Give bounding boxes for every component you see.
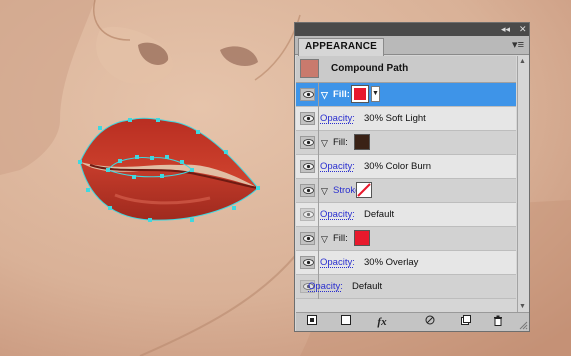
row-separator xyxy=(318,251,319,275)
eye-icon xyxy=(303,139,314,146)
eye-icon xyxy=(303,163,314,170)
fill-label: Fill: xyxy=(333,233,348,244)
reduce-to-basic-icon[interactable] xyxy=(422,315,438,329)
fill-label: Fill: xyxy=(333,89,350,100)
panel-menu-icon[interactable]: ▾≡ xyxy=(512,39,524,51)
disclosure-triangle-icon[interactable]: ▽ xyxy=(321,234,328,244)
appearance-row-fill-3[interactable]: ▽ Fill: xyxy=(296,227,516,251)
tab-appearance[interactable]: APPEARANCE xyxy=(298,38,385,56)
fill-swatch[interactable] xyxy=(354,230,370,246)
clear-appearance-icon[interactable] xyxy=(338,315,354,329)
opacity-value: 30% Color Burn xyxy=(364,161,432,172)
disclosure-triangle-icon[interactable]: ▽ xyxy=(321,186,328,196)
delete-icon[interactable] xyxy=(490,315,506,329)
appearance-row-opacity-2[interactable]: Opacity: 30% Color Burn xyxy=(296,155,516,179)
eye-icon xyxy=(303,115,314,122)
opacity-value: 30% Soft Light xyxy=(364,113,426,124)
double-chevron-left-icon[interactable]: ◂◂ xyxy=(501,23,510,36)
visibility-toggle[interactable] xyxy=(300,160,315,173)
fill-label: Fill: xyxy=(333,137,348,148)
opacity-link[interactable]: Opacity: xyxy=(320,113,355,124)
opacity-value: Default xyxy=(364,209,395,220)
panel-titlebar[interactable]: ◂◂ ✕ xyxy=(295,23,529,36)
eye-icon xyxy=(303,187,314,194)
duplicate-item-icon[interactable] xyxy=(458,315,474,329)
fill-swatch[interactable] xyxy=(354,134,370,150)
eye-icon xyxy=(303,211,314,218)
appearance-row-stroke[interactable]: ▽ Stroke: xyxy=(296,179,516,203)
eye-icon xyxy=(303,259,314,266)
scroll-down-icon[interactable]: ▼ xyxy=(519,303,526,310)
eye-icon xyxy=(303,235,314,242)
appearance-row-fill-1[interactable]: ▽ Fill: ▼ xyxy=(296,83,516,107)
opacity-value: Default xyxy=(352,281,383,292)
visibility-toggle[interactable] xyxy=(300,88,315,101)
row-separator xyxy=(318,179,319,203)
opacity-value: 30% Overlay xyxy=(364,257,419,268)
new-art-basic-appearance-icon[interactable] xyxy=(304,315,320,329)
appearance-row-opacity-root[interactable]: Opacity: Default xyxy=(296,275,516,299)
row-separator xyxy=(318,227,319,251)
artboard-canvas[interactable]: ◂◂ ✕ APPEARANCE ▾≡ Compound Path ▽ Fill:… xyxy=(0,0,571,356)
add-effect-fx-icon[interactable]: fx xyxy=(374,315,390,329)
row-separator xyxy=(318,83,319,107)
appearance-panel: ◂◂ ✕ APPEARANCE ▾≡ Compound Path ▽ Fill:… xyxy=(294,22,530,332)
scroll-up-icon[interactable]: ▲ xyxy=(519,58,526,65)
appearance-header: Compound Path xyxy=(296,56,516,83)
panel-scrollbar[interactable]: ▲ ▼ xyxy=(517,56,529,312)
object-thumbnail xyxy=(300,59,319,78)
stroke-none-swatch[interactable] xyxy=(356,182,372,198)
fill-swatch[interactable] xyxy=(351,85,369,103)
row-separator xyxy=(318,155,319,179)
resize-grip-icon[interactable] xyxy=(518,320,528,330)
disclosure-triangle-icon[interactable]: ▽ xyxy=(321,138,328,148)
object-title: Compound Path xyxy=(331,63,409,74)
opacity-link[interactable]: Opacity: xyxy=(308,281,343,292)
row-separator xyxy=(318,131,319,155)
eye-icon xyxy=(303,91,314,98)
row-separator xyxy=(318,107,319,131)
disclosure-triangle-icon[interactable]: ▽ xyxy=(321,90,328,100)
visibility-toggle[interactable] xyxy=(300,112,315,125)
swatch-dropdown-icon[interactable]: ▼ xyxy=(371,86,380,102)
visibility-toggle[interactable] xyxy=(300,208,315,221)
visibility-toggle[interactable] xyxy=(300,256,315,269)
appearance-row-opacity-3[interactable]: Opacity: Default xyxy=(296,203,516,227)
panel-tabbar: APPEARANCE ▾≡ xyxy=(295,36,529,56)
close-icon[interactable]: ✕ xyxy=(519,23,527,36)
visibility-toggle[interactable] xyxy=(300,184,315,197)
row-separator xyxy=(318,203,319,227)
none-swatch-icon xyxy=(357,183,371,197)
visibility-toggle[interactable] xyxy=(300,232,315,245)
opacity-link[interactable]: Opacity: xyxy=(320,257,355,268)
appearance-row-fill-2[interactable]: ▽ Fill: xyxy=(296,131,516,155)
opacity-link[interactable]: Opacity: xyxy=(320,161,355,172)
appearance-row-opacity-4[interactable]: Opacity: 30% Overlay xyxy=(296,251,516,275)
appearance-row-opacity-1[interactable]: Opacity: 30% Soft Light xyxy=(296,107,516,131)
visibility-toggle[interactable] xyxy=(300,136,315,149)
panel-footer: fx xyxy=(296,312,529,331)
opacity-link[interactable]: Opacity: xyxy=(320,209,355,220)
